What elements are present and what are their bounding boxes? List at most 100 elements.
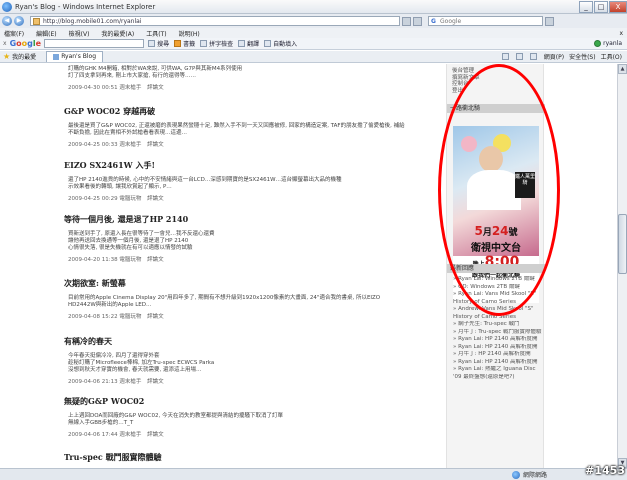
print-button[interactable]: [529, 53, 539, 60]
recent-comment[interactable]: History of Camo Series: [447, 299, 545, 307]
autofill-button[interactable]: 自動填入: [264, 39, 297, 48]
spellcheck-button[interactable]: 拼字檢查: [200, 39, 233, 48]
recent-comment[interactable]: History of Camo Series: [447, 314, 545, 322]
bookmarks-label: 書籤: [183, 41, 196, 48]
page-menu-label: 網頁(P): [543, 54, 565, 61]
account-button[interactable]: ryanla: [594, 40, 622, 47]
search-go-icon[interactable]: [545, 16, 554, 26]
recent-comment[interactable]: » 月牛丁: HP 2140 高解析度開: [447, 351, 545, 359]
favorites-star-icon[interactable]: ★: [3, 52, 10, 61]
url-input[interactable]: http://blog.mobile01.com/ryanlai: [30, 16, 400, 26]
post-author[interactable]: 週末槍手: [119, 379, 141, 385]
recent-comment[interactable]: » Ryan Lai: HP 2140 高解析度開: [447, 359, 545, 367]
close-button[interactable]: X: [609, 0, 627, 13]
post-comment-link[interactable]: 評論文: [147, 257, 164, 263]
post-date: 2009-04-08 15:22: [68, 314, 118, 320]
recent-comment[interactable]: » GD: Windows 2TB 爾鍵: [447, 284, 545, 292]
google-search-field[interactable]: [44, 39, 145, 48]
menu-favorites[interactable]: 我的最愛(A): [101, 29, 134, 38]
scroll-up-icon[interactable]: ▲: [618, 64, 627, 74]
menu-tools[interactable]: 工具(T): [146, 29, 166, 38]
feeds-button[interactable]: [515, 53, 525, 60]
minimize-button[interactable]: _: [579, 0, 593, 13]
vertical-scrollbar[interactable]: ▲ ▼: [617, 64, 627, 468]
banner-day: 24: [491, 224, 509, 238]
page-menu[interactable]: 網頁(P): [544, 52, 564, 61]
zone-label: 網際網路: [522, 472, 547, 479]
recent-comment[interactable]: » Ryan Lai: HP 2140 高解析度開: [447, 344, 545, 352]
post-meta: 2009-04-25 00:33 週末槍手 評論文: [64, 140, 444, 148]
stop-icon[interactable]: [413, 16, 422, 26]
post-author[interactable]: 週末槍手: [119, 142, 141, 148]
recent-comment[interactable]: » Ryan Lai: Vans Mid Skool "S": [447, 291, 545, 299]
blog-post: G&P WOC02 穿越再破 最後還是買了G&P WOC02, 正還被磨的表現果…: [64, 106, 444, 148]
favorites-label[interactable]: 我的最愛: [12, 52, 36, 61]
post-title[interactable]: EIZO SX2461W 入手!: [64, 160, 444, 171]
menu-close-icon[interactable]: x: [619, 30, 623, 37]
post-author[interactable]: 週末槍手: [119, 85, 141, 91]
sidebar-link-logout[interactable]: 登出: [447, 88, 543, 95]
back-icon[interactable]: ◀: [2, 16, 12, 26]
post-meta: 2009-04-30 00:51 週末槍手 評論文: [64, 83, 444, 91]
window-titlebar: Ryan's Blog - Windows Internet Explorer …: [0, 0, 627, 14]
home-button[interactable]: [501, 53, 511, 60]
blog-post: 訂購的GHK M4開箱, 相對於WA來說, 可供WA, G7P與其新M4系列使用…: [64, 64, 444, 91]
banner-month: 5: [474, 224, 483, 238]
post-date: 2009-04-06 17:44: [68, 432, 118, 438]
post-author[interactable]: 電腦玩物: [119, 196, 141, 202]
command-bar: 網頁(P) 安全性(S) 工具(O): [501, 52, 627, 61]
safety-menu[interactable]: 安全性(S): [569, 52, 596, 61]
refresh-icon[interactable]: [402, 16, 411, 26]
post-title[interactable]: 等待一個月後, 還是退了HP 2140: [64, 214, 444, 225]
recent-comment[interactable]: » Ryan Lai: Windows 2TB 爾鍵: [447, 276, 545, 284]
toolbar-close-icon[interactable]: x: [3, 40, 7, 47]
translate-button[interactable]: 翻譯: [238, 39, 259, 48]
url-text: http://blog.mobile01.com/ryanlai: [43, 18, 142, 25]
post-comment-link[interactable]: 評論文: [147, 432, 164, 438]
banner-month-label: 月: [482, 228, 492, 238]
menu-edit[interactable]: 編輯(E): [36, 29, 56, 38]
forward-icon[interactable]: ▶: [14, 16, 24, 26]
ie-icon: [2, 1, 12, 12]
scroll-thumb[interactable]: [618, 214, 627, 274]
tab-ryans-blog[interactable]: Ryan's Blog: [46, 51, 104, 62]
post-title[interactable]: 無疑的G&P WOC02: [64, 396, 444, 407]
menu-view[interactable]: 檢視(V): [69, 29, 90, 38]
post-comment-link[interactable]: 評論文: [147, 142, 164, 148]
blog-post: 等待一個月後, 還是退了HP 2140 買新送到手了, 原還入長在很等待了一會兒…: [64, 214, 444, 263]
globe-icon: [511, 470, 520, 479]
google-search-button[interactable]: 搜尋: [148, 39, 169, 48]
post-title[interactable]: 次期欲室: 新螢幕: [64, 278, 444, 289]
menu-help[interactable]: 說明(H): [179, 29, 200, 38]
recent-comment[interactable]: » 網子先生: Tru-spec 戰鬥: [447, 321, 545, 329]
post-author[interactable]: 電腦玩物: [119, 257, 141, 263]
post-comment-link[interactable]: 評論文: [147, 196, 164, 202]
recent-comment[interactable]: » Ryan Lai: HP 2140 高解析度開: [447, 336, 545, 344]
blog-post: EIZO SX2461W 入手! 還了HP 2140進貨的時候, 心中的不安情緒…: [64, 160, 444, 202]
post-comment-link[interactable]: 評論文: [147, 314, 164, 320]
tools-menu-label: 工具(O): [600, 54, 622, 61]
search-input[interactable]: G Google: [428, 16, 543, 26]
bookmarks-button[interactable]: 書籤: [174, 39, 195, 48]
maximize-button[interactable]: □: [594, 0, 608, 13]
blog-post: 無疑的G&P WOC02 上上週回DOA而回廠的G&P WOC02, 今天在消失…: [64, 396, 444, 438]
tools-menu[interactable]: 工具(O): [601, 52, 622, 61]
post-title[interactable]: Tru-spec 戰鬥服實際體驗: [64, 452, 444, 463]
post-title[interactable]: G&P WOC02 穿越再破: [64, 106, 444, 117]
recent-comment[interactable]: » 月牛丁: Tru-spec 戰鬥服實際體驗: [447, 329, 545, 337]
post-title[interactable]: 有稱冷的春天: [64, 336, 444, 347]
rider-face: [479, 146, 503, 172]
post-comment-link[interactable]: 評論文: [147, 85, 164, 91]
recent-comment[interactable]: '09 最終盤態(還原是吧?): [447, 374, 545, 382]
post-author[interactable]: 週末槍手: [119, 432, 141, 438]
menu-file[interactable]: 檔案(F): [4, 29, 24, 38]
recent-comment[interactable]: » Andrew: Vans Mid Skool "S": [447, 306, 545, 314]
post-body: 最後還是買了G&P WOC02, 正還被磨的表現果然蠻穩十足, 難然入手不到一天…: [68, 123, 405, 136]
post-comment-link[interactable]: 評論文: [147, 379, 164, 385]
post-author[interactable]: 電腦玩物: [119, 314, 141, 320]
window-controls: _ □ X: [578, 0, 627, 13]
post-body: 上上週回DOA而回廠的G&P WOC02, 今天在消失的教室都提與清結的擾騷下取…: [68, 413, 283, 426]
recent-comment[interactable]: » Ryan Lai: 熱繼之 Iguana Disc: [447, 366, 545, 374]
autofill-label: 自動填入: [273, 41, 298, 48]
sidebar: 後台管理 撰寫新文章 控制台 登出 一路衝北騎 鐵人萬里騎 5月24號 衛視中文…: [446, 64, 545, 468]
